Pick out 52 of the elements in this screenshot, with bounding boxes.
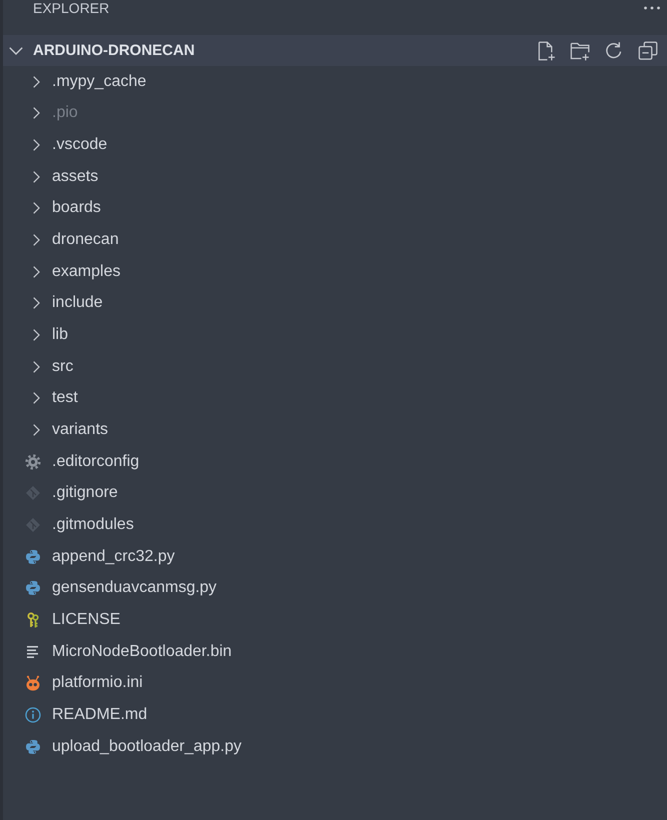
- file-name[interactable]: .gitmodules: [52, 515, 134, 536]
- python-icon: [25, 548, 41, 565]
- folder-name[interactable]: dronecan: [52, 230, 119, 250]
- chevron-right-icon[interactable]: [33, 424, 40, 436]
- chevron-right-icon[interactable]: [33, 329, 40, 342]
- chevron-right-icon[interactable]: [33, 139, 40, 152]
- folder-name[interactable]: assets: [52, 166, 98, 187]
- diamond-icon: [25, 485, 41, 502]
- chevron-right-icon[interactable]: [33, 297, 40, 310]
- chevron-right-icon[interactable]: [33, 234, 40, 246]
- gear-icon: [25, 454, 41, 470]
- chevron-right-icon[interactable]: [33, 202, 40, 214]
- folder-name[interactable]: include: [52, 293, 103, 314]
- file-name[interactable]: gensenduavcanmsg.py: [52, 578, 217, 598]
- more-actions-icon[interactable]: [644, 6, 660, 10]
- folder-name[interactable]: ARDUINO-DRONECAN: [33, 42, 536, 59]
- chevron-right-icon[interactable]: [33, 266, 40, 278]
- chevron-right-icon[interactable]: [33, 170, 40, 183]
- file-name[interactable]: append_crc32.py: [52, 546, 175, 567]
- folder-name[interactable]: test: [52, 388, 78, 408]
- chevron-right-icon[interactable]: [33, 76, 40, 88]
- python-icon: [25, 738, 41, 755]
- diamond-icon: [25, 517, 41, 534]
- refresh-icon[interactable]: [604, 40, 624, 60]
- folder-header-bar[interactable]: ARDUINO-DRONECAN: [3, 35, 667, 66]
- file-name[interactable]: MicroNodeBootloader.bin: [52, 642, 232, 662]
- folder-name[interactable]: examples: [52, 262, 120, 282]
- file-name[interactable]: upload_bootloader_app.py: [52, 736, 242, 757]
- panel-title: EXPLORER: [33, 0, 110, 17]
- alien-head-icon: [25, 675, 41, 692]
- folder-name[interactable]: boards: [52, 198, 101, 218]
- file-name[interactable]: LICENSE: [52, 610, 120, 630]
- info-icon: [25, 706, 41, 723]
- folder-name[interactable]: variants: [52, 420, 108, 440]
- chevron-right-icon[interactable]: [33, 360, 40, 373]
- new-file-icon[interactable]: [536, 40, 556, 60]
- collapse-all-icon[interactable]: [638, 40, 658, 60]
- text-lines-icon: [25, 644, 41, 660]
- chevron-down-icon[interactable]: [9, 46, 23, 54]
- folder-name[interactable]: .mypy_cache: [52, 72, 146, 92]
- folder-name[interactable]: lib: [52, 325, 68, 346]
- file-name[interactable]: README.md: [52, 704, 148, 725]
- file-name[interactable]: platformio.ini: [52, 673, 143, 694]
- chevron-right-icon[interactable]: [33, 107, 40, 120]
- python-icon: [25, 580, 41, 596]
- folder-name[interactable]: .vscode: [52, 135, 108, 156]
- chevron-right-icon[interactable]: [33, 392, 40, 404]
- file-name[interactable]: .editorconfig: [52, 452, 140, 472]
- keys-icon: [25, 612, 41, 628]
- folder-name[interactable]: src: [52, 356, 74, 377]
- file-name[interactable]: .gitignore: [52, 483, 118, 504]
- new-folder-icon[interactable]: [570, 40, 590, 60]
